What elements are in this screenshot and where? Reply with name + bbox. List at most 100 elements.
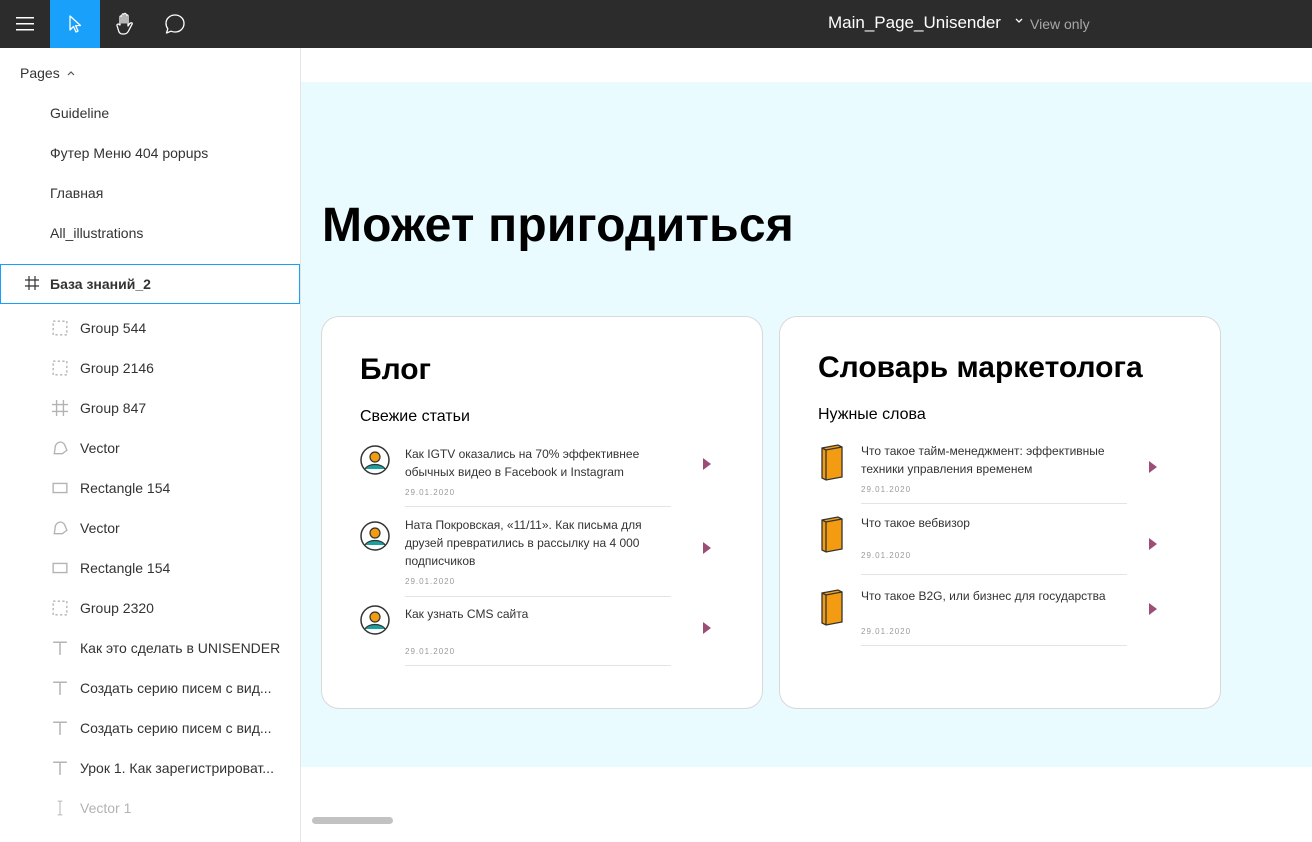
view-only-label: View only	[1030, 16, 1090, 32]
pages-label: Pages	[20, 65, 60, 81]
play-arrow-icon[interactable]	[703, 458, 711, 470]
page-item-footer[interactable]: Футер Меню 404 popups	[50, 145, 208, 161]
divider	[861, 645, 1127, 646]
layer-row[interactable]: Vector	[0, 428, 300, 468]
play-arrow-icon[interactable]	[703, 542, 711, 554]
layer-label: Rectangle 154	[80, 480, 171, 496]
blog-card: Блог Свежие статьи Как IGTV оказались на…	[321, 316, 763, 709]
author-avatar-icon	[360, 445, 390, 475]
blog-item-title[interactable]: Ната Покровская, «11/11». Как письма для…	[405, 516, 665, 570]
layer-label: Vector	[80, 440, 120, 456]
layer-label: Vector 1	[80, 800, 132, 816]
blog-item-date: 29.01.2020	[405, 488, 456, 497]
layer-row[interactable]: Как это сделать в UNISENDER	[0, 628, 300, 668]
artboard: Может пригодиться Блог Свежие статьи Как…	[301, 82, 1312, 767]
dictionary-item-date: 29.01.2020	[861, 627, 912, 636]
rectangle-icon	[52, 562, 68, 574]
dictionary-title: Словарь маркетолога	[818, 351, 1143, 384]
layer-row[interactable]: Group 2320	[0, 588, 300, 628]
divider	[861, 503, 1127, 504]
dictionary-item-title[interactable]: Что такое B2G, или бизнес для государств…	[861, 587, 1131, 605]
dictionary-item-date: 29.01.2020	[861, 551, 912, 560]
book-icon	[821, 516, 843, 553]
comment-tool-button[interactable]	[150, 0, 200, 48]
chevron-down-icon[interactable]	[1014, 17, 1024, 25]
text-icon	[53, 761, 67, 775]
dictionary-subtitle: Нужные слова	[818, 406, 926, 423]
divider	[861, 574, 1127, 575]
layer-row[interactable]: Урок 1. Как зарегистрироват...	[0, 748, 300, 788]
selected-frame-row[interactable]: База знаний_2	[0, 264, 300, 304]
layers-panel: Pages Guideline Футер Меню 404 popups Гл…	[0, 48, 301, 842]
layer-row[interactable]: Создать серию писем с вид...	[0, 708, 300, 748]
layer-row[interactable]: Rectangle 154	[0, 468, 300, 508]
page-item-illustrations[interactable]: All_illustrations	[50, 225, 143, 241]
layer-row[interactable]: Group 2146	[0, 348, 300, 388]
author-avatar-icon	[360, 605, 390, 635]
blog-title: Блог	[360, 353, 432, 386]
play-arrow-icon[interactable]	[1149, 603, 1157, 615]
group-icon	[52, 360, 68, 376]
page-item-main[interactable]: Главная	[50, 185, 103, 201]
layer-row[interactable]: Создать серию писем с вид...	[0, 668, 300, 708]
layer-label: Rectangle 154	[80, 560, 171, 576]
page-heading: Может пригодиться	[322, 199, 794, 252]
menu-icon	[16, 17, 34, 31]
text-icon	[53, 681, 67, 695]
page-item-guideline[interactable]: Guideline	[50, 105, 109, 121]
horizontal-scrollbar[interactable]	[312, 817, 393, 824]
blog-item-title[interactable]: Как узнать CMS сайта	[405, 605, 665, 623]
frame-icon	[25, 276, 39, 290]
play-arrow-icon[interactable]	[1149, 461, 1157, 473]
layer-label: Создать серию писем с вид...	[80, 720, 272, 736]
group-icon	[52, 320, 68, 336]
document-title[interactable]: Main_Page_Unisender	[828, 13, 1001, 33]
vector-icon	[53, 521, 68, 535]
play-arrow-icon[interactable]	[1149, 538, 1157, 550]
layer-row[interactable]: Vector	[0, 508, 300, 548]
layer-label: Урок 1. Как зарегистрироват...	[80, 760, 274, 776]
blog-item-title[interactable]: Как IGTV оказались на 70% эффективнее об…	[405, 445, 665, 481]
divider	[405, 665, 671, 666]
vector-icon	[53, 441, 68, 455]
layer-label: Group 2146	[80, 360, 154, 376]
design-canvas[interactable]: Может пригодиться Блог Свежие статьи Как…	[301, 48, 1312, 842]
layer-row[interactable]: Vector 1	[0, 788, 300, 828]
pages-header[interactable]: Pages	[20, 65, 76, 81]
rectangle-icon	[52, 482, 68, 494]
dictionary-item-title[interactable]: Что такое вебвизор	[861, 514, 1131, 532]
layer-row[interactable]: Group 544	[0, 308, 300, 348]
move-cursor-icon	[69, 15, 82, 33]
comment-icon	[165, 14, 185, 34]
dictionary-item-title[interactable]: Что такое тайм-менеджмент: эффективные т…	[861, 442, 1131, 478]
layer-label: Group 2320	[80, 600, 154, 616]
layer-label: Как это сделать в UNISENDER	[80, 640, 281, 656]
layer-row[interactable]: Rectangle 154	[0, 548, 300, 588]
group-icon	[52, 600, 68, 616]
divider	[405, 506, 671, 507]
author-avatar-icon	[360, 521, 390, 551]
blog-item-date: 29.01.2020	[405, 647, 456, 656]
main-menu-button[interactable]	[0, 0, 50, 48]
hand-tool-button[interactable]	[100, 0, 150, 48]
divider	[405, 596, 671, 597]
layer-label: Создать серию писем с вид...	[80, 680, 272, 696]
text-icon	[53, 641, 67, 655]
book-icon	[821, 444, 843, 481]
layer-label: Group 847	[80, 400, 147, 416]
blog-subtitle: Свежие статьи	[360, 408, 470, 425]
line-icon	[57, 800, 63, 816]
chevron-up-icon[interactable]	[66, 69, 76, 77]
toolbar: Main_Page_Unisender View only	[0, 0, 1312, 48]
play-arrow-icon[interactable]	[703, 622, 711, 634]
dictionary-card: Словарь маркетолога Нужные слова Что так…	[779, 316, 1221, 709]
layer-label: Vector	[80, 520, 120, 536]
frame-icon	[52, 400, 68, 416]
book-icon	[821, 589, 843, 626]
hand-icon	[116, 12, 133, 35]
dictionary-item-date: 29.01.2020	[861, 485, 912, 494]
frame-label: База знаний_2	[50, 276, 151, 292]
layer-row[interactable]: Group 847	[0, 388, 300, 428]
move-tool-button[interactable]	[50, 0, 100, 48]
layer-label: Group 544	[80, 320, 147, 336]
